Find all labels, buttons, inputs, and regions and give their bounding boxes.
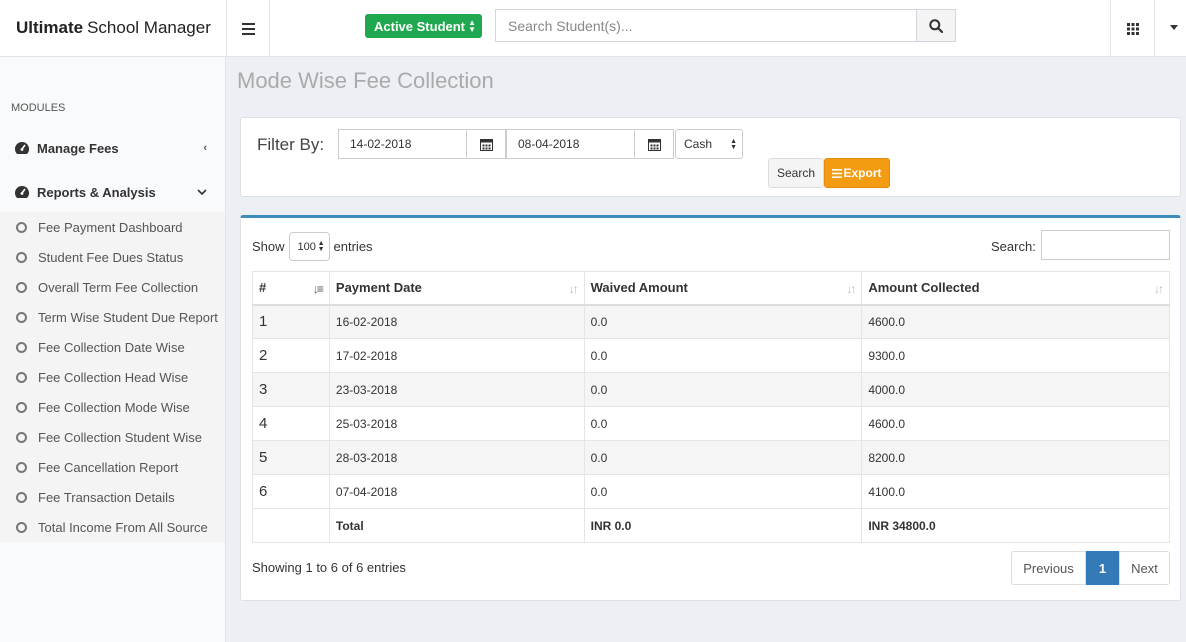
table-row: 1 16-02-2018 0.0 4600.0 — [252, 304, 1170, 339]
submenu-item-fee-payment-dashboard[interactable]: Fee Payment Dashboard — [0, 212, 225, 242]
page-title: Mode Wise Fee Collection — [237, 68, 494, 93]
menu-icon — [241, 22, 255, 35]
search-button[interactable]: Search — [768, 158, 824, 188]
sidebar-submenu: Fee Payment Dashboard Student Fee Dues S… — [0, 212, 225, 542]
filter-label: Filter By: — [257, 135, 325, 154]
dashboard-icon — [15, 142, 30, 154]
from-date-picker-button[interactable] — [466, 129, 506, 159]
circle-icon — [16, 251, 27, 263]
payment-mode-select[interactable]: Cash ▲ ▼ — [675, 129, 743, 159]
app-title-bold: Ultimate — [16, 18, 84, 37]
table-row: 4 25-03-2018 0.0 4600.0 — [252, 406, 1170, 441]
circle-icon — [16, 221, 27, 233]
student-search-button[interactable] — [916, 9, 956, 42]
table-header-row: # ↓≡ Payment Date ↓↑ Waived Amount ↓↑ Amoun… — [252, 271, 1170, 306]
to-date-picker-button[interactable] — [634, 129, 674, 159]
submenu-item-student-fee-dues-status[interactable]: Student Fee Dues Status — [0, 242, 225, 272]
next-page-button[interactable]: Next — [1119, 551, 1170, 585]
table-search-input[interactable] — [1041, 230, 1170, 260]
submenu-item-total-income-from-all-source[interactable]: Total Income From All Source — [0, 512, 225, 542]
dashboard-icon — [15, 186, 30, 198]
table-info: Showing 1 to 6 of 6 entries — [252, 560, 406, 575]
column-header-waived-amount[interactable]: Waived Amount ↓↑ — [583, 271, 863, 306]
user-menu-caret-icon[interactable] — [1170, 25, 1178, 30]
page-1-button[interactable]: 1 — [1086, 551, 1119, 585]
circle-icon — [16, 401, 27, 413]
circle-icon — [16, 311, 27, 323]
circle-icon — [16, 461, 27, 473]
column-header-payment-date[interactable]: Payment Date ↓↑ — [328, 271, 585, 306]
circle-icon — [16, 521, 27, 533]
submenu-item-term-wise-student-due-report[interactable]: Term Wise Student Due Report — [0, 302, 225, 332]
sidebar-item-manage-fees[interactable]: Manage Fees ‹ — [0, 130, 225, 166]
table-row: 3 23-03-2018 0.0 4000.0 — [252, 372, 1170, 407]
export-button[interactable]: Export — [824, 158, 890, 188]
calendar-icon — [647, 138, 661, 151]
submenu-item-fee-collection-mode-wise[interactable]: Fee Collection Mode Wise — [0, 392, 225, 422]
sidebar-toggle-button[interactable] — [226, 0, 270, 57]
circle-icon — [16, 281, 27, 293]
circle-icon — [16, 431, 27, 443]
circle-icon — [16, 341, 27, 353]
sort-asc-icon: ↓≡ — [312, 282, 324, 296]
app-title-rest: School Manager — [87, 18, 211, 37]
circle-icon — [16, 491, 27, 503]
sidebar: MODULES Manage Fees ‹ Reports & Analysis… — [0, 57, 226, 642]
results-panel: Show 100 ▲ ▼ entries Search: # ↓≡ Payment … — [240, 215, 1181, 601]
table-total-row: Total INR 0.0 INR 34800.0 — [252, 508, 1170, 543]
table-row: 5 28-03-2018 0.0 8200.0 — [252, 440, 1170, 475]
pagination: Previous 1 Next — [1011, 551, 1170, 585]
chevron-left-icon: ‹ — [203, 142, 207, 154]
fee-collection-table: # ↓≡ Payment Date ↓↑ Waived Amount ↓↑ Amoun… — [252, 271, 1170, 543]
sidebar-item-label: Reports & Analysis — [37, 184, 156, 200]
updown-icon: ▲ ▼ — [468, 18, 476, 34]
filter-panel: Filter By: 14-02-2018 08-04-2018 Cash ▲ ▼… — [240, 117, 1181, 197]
submenu-item-overall-term-fee-collection[interactable]: Overall Term Fee Collection — [0, 272, 225, 302]
list-icon — [832, 168, 843, 178]
search-icon — [929, 18, 943, 33]
previous-page-button[interactable]: Previous — [1011, 551, 1086, 585]
top-navbar: Active Student ▲ ▼ Search Student(s)... — [226, 0, 1186, 57]
updown-icon: ▲ ▼ — [730, 138, 737, 151]
submenu-item-fee-collection-student-wise[interactable]: Fee Collection Student Wise — [0, 422, 225, 452]
sidebar-item-label: Manage Fees — [37, 140, 119, 156]
calendar-icon — [479, 138, 493, 151]
sort-icon: ↓↑ — [1154, 282, 1164, 296]
submenu-item-fee-collection-head-wise[interactable]: Fee Collection Head Wise — [0, 362, 225, 392]
app-logo[interactable]: Ultimate School Manager — [0, 0, 226, 57]
column-header-amount-collected[interactable]: Amount Collected ↓↑ — [861, 271, 1170, 306]
table-row: 6 07-04-2018 0.0 4100.0 — [252, 474, 1170, 509]
sidebar-item-reports-analysis[interactable]: Reports & Analysis — [0, 174, 225, 210]
sort-icon: ↓↑ — [568, 282, 579, 296]
page-length-control: Show 100 ▲ ▼ entries — [252, 232, 373, 261]
table-row: 2 17-02-2018 0.0 9300.0 — [252, 338, 1170, 373]
student-status-value: Active Student — [374, 18, 466, 34]
to-date-input[interactable]: 08-04-2018 — [506, 129, 635, 159]
from-date-input[interactable]: 14-02-2018 — [338, 129, 467, 159]
page-length-select[interactable]: 100 ▲ ▼ — [288, 232, 330, 261]
grid-icon — [1126, 22, 1139, 35]
apps-button[interactable] — [1110, 0, 1155, 57]
updown-icon: ▲ ▼ — [317, 240, 325, 253]
submenu-item-fee-cancellation-report[interactable]: Fee Cancellation Report — [0, 452, 225, 482]
student-status-select[interactable]: Active Student ▲ ▼ — [365, 14, 482, 38]
sidebar-section-label: MODULES — [11, 102, 66, 114]
chevron-down-icon — [197, 189, 207, 196]
circle-icon — [16, 371, 27, 383]
column-header-number[interactable]: # ↓≡ — [252, 271, 330, 306]
sort-icon: ↓↑ — [846, 282, 856, 296]
submenu-item-fee-collection-date-wise[interactable]: Fee Collection Date Wise — [0, 332, 225, 362]
table-search-label: Search: — [991, 239, 1036, 254]
submenu-item-fee-transaction-details[interactable]: Fee Transaction Details — [0, 482, 225, 512]
student-search-input[interactable]: Search Student(s)... — [495, 9, 917, 42]
student-search-placeholder: Search Student(s)... — [508, 17, 633, 34]
